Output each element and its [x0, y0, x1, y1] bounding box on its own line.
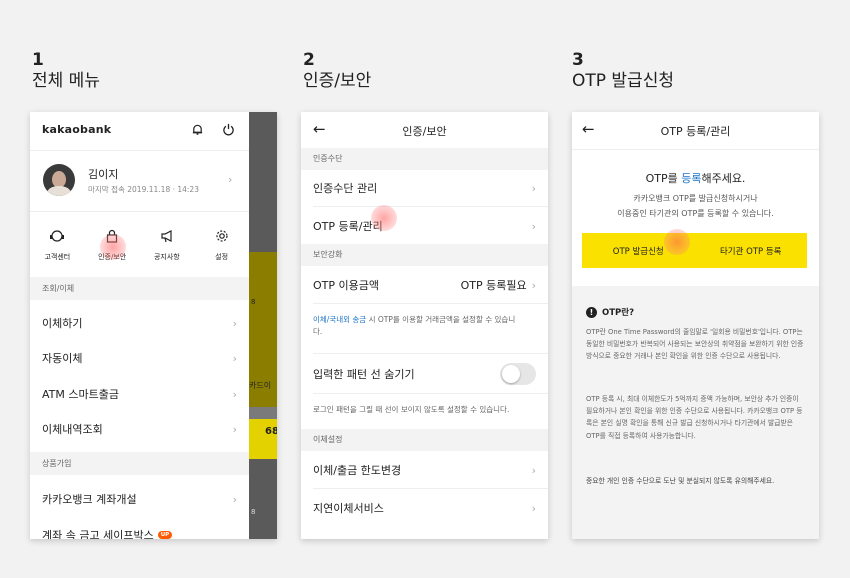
pattern-note: 로그인 패턴을 그릴 때 선이 보이지 않도록 설정할 수 있습니다.	[313, 405, 510, 414]
note-link[interactable]: 이체/국내외 송금	[313, 315, 366, 324]
page-title: 인증/보안	[402, 125, 447, 138]
pattern-toggle[interactable]	[500, 363, 536, 385]
user-name: 김이지	[88, 168, 119, 181]
menu-item-otp-register[interactable]: OTP 등록/관리 ›	[301, 212, 548, 240]
step-number: 1	[32, 50, 44, 70]
chevron-right-icon: ›	[232, 492, 237, 506]
bell-icon[interactable]	[190, 122, 204, 136]
megaphone-icon	[161, 230, 172, 243]
chevron-right-icon: ›	[228, 173, 233, 186]
background-app: 8 카드이 68 8	[249, 112, 277, 539]
tap-indicator	[371, 205, 397, 231]
bg-text: 68	[265, 426, 277, 437]
step-number: 3	[572, 50, 584, 70]
info-paragraph-2: OTP 등록 시, 최대 이체한도가 5억까지 증액 가능하며, 보안상 추가 …	[586, 395, 803, 440]
bg-text: 8	[251, 508, 256, 516]
info-paragraph-3: 중요한 개인 인증 수단으로 도난 및 분실되지 않도록 유의해주세요.	[586, 477, 775, 485]
step-1-heading: 1 전체 메뉴	[32, 50, 100, 92]
section-header: 조회/이체	[30, 277, 249, 300]
headline-link: 등록	[681, 172, 702, 185]
info-title: OTP란?	[602, 308, 635, 318]
chevron-right-icon: ›	[531, 181, 536, 195]
gear-icon	[216, 230, 228, 242]
power-icon[interactable]	[221, 122, 235, 136]
menu-item-history[interactable]: 이체내역조회 ›	[30, 414, 249, 444]
menu-item-delay-transfer[interactable]: 지연이체서비스 ›	[301, 494, 548, 522]
step-title: 인증/보안	[303, 71, 372, 91]
menu-item-limit-change[interactable]: 이체/출금 한도변경 ›	[301, 456, 548, 484]
section-header: 이체설정	[301, 429, 548, 451]
bg-text: 8	[251, 298, 256, 306]
section-header: 보안강화	[301, 244, 548, 266]
last-login: 마지막 접속 2019.11.18 · 14:23	[88, 185, 199, 194]
headset-icon	[50, 230, 65, 242]
section-header: 인증수단	[301, 148, 548, 170]
screen-full-menu: 8 카드이 68 8 kakaobank 김이지 마지막 접속 2019.11.…	[30, 112, 277, 539]
menu-item-pattern-hide: 입력한 패턴 선 숨기기	[301, 360, 548, 388]
menu-item-safebox[interactable]: 계좌 속 금고 세이프박스 UP	[30, 520, 249, 539]
otp-desc-2: 이용중인 타기관의 OTP를 등록할 수 있습니다.	[617, 209, 774, 218]
menu-item-open-account[interactable]: 카카오뱅크 계좌개설 ›	[30, 484, 249, 514]
quick-item-settings[interactable]: 설정	[194, 212, 249, 276]
bg-text: 카드이	[249, 381, 272, 390]
quick-item-notice[interactable]: 공지사항	[140, 212, 195, 276]
otp-desc-1: 카카오뱅크 OTP를 발급신청하시거나	[633, 194, 758, 203]
otp-amount-note: 이체/국내외 송금 시 OTP를 이용할 거래금액을 설정할 수 있습니다.	[313, 315, 516, 336]
quick-item-customer-center[interactable]: 고객센터	[30, 212, 85, 276]
section-header: 상품가입	[30, 452, 249, 475]
otp-button-group: OTP 발급신청 타기관 OTP 등록	[582, 233, 807, 268]
quick-menu: 고객센터 인증/보안 공지사항 설정	[30, 212, 249, 276]
menu-item-otp-amount[interactable]: OTP 이용금액 OTP 등록필요 ›	[301, 271, 548, 299]
step-2-heading: 2 인증/보안	[303, 50, 371, 92]
chevron-right-icon: ›	[232, 387, 237, 401]
quick-label: 설정	[215, 253, 229, 261]
chevron-right-icon: ›	[232, 316, 237, 330]
menu-item-auto-transfer[interactable]: 자동이체 ›	[30, 343, 249, 373]
menu-item-auth-manage[interactable]: 인증수단 관리 ›	[301, 174, 548, 202]
otp-headline: OTP를 등록해주세요.	[645, 172, 746, 185]
quick-label: 공지사항	[153, 253, 180, 261]
info-icon: !	[586, 306, 597, 318]
chevron-right-icon: ›	[232, 422, 237, 436]
tap-indicator	[664, 229, 690, 255]
chevron-right-icon: ›	[531, 501, 536, 515]
step-title: 전체 메뉴	[32, 71, 100, 91]
kakaobank-logo: kakaobank	[42, 123, 112, 136]
chevron-right-icon: ›	[531, 463, 536, 477]
screen-otp-register: ← OTP 등록/관리 OTP를 등록해주세요. 카카오뱅크 OTP를 발급신청…	[572, 112, 819, 539]
menu-item-transfer[interactable]: 이체하기 ›	[30, 308, 249, 338]
quick-label: 고객센터	[44, 253, 71, 261]
menu-item-atm[interactable]: ATM 스마트출금 ›	[30, 379, 249, 409]
chevron-right-icon: ›	[531, 219, 536, 233]
tap-indicator	[100, 234, 126, 260]
chevron-right-icon: ›	[531, 279, 536, 292]
menu-drawer: kakaobank 김이지 마지막 접속 2019.11.18 · 14:23 …	[30, 112, 249, 539]
up-badge: UP	[157, 531, 173, 539]
info-paragraph-1: OTP란 One Time Password의 줄임말로 '일회용 비밀번호'입…	[586, 328, 804, 361]
step-3-heading: 3 OTP 발급신청	[572, 50, 674, 92]
page-title: OTP 등록/관리	[660, 125, 731, 138]
step-title: OTP 발급신청	[572, 71, 674, 91]
avatar	[43, 164, 75, 196]
otp-amount-value: OTP 등록필요	[460, 279, 527, 292]
profile-row[interactable]: 김이지 마지막 접속 2019.11.18 · 14:23 ›	[30, 151, 249, 211]
other-otp-register-button[interactable]: 타기관 OTP 등록	[695, 233, 808, 268]
otp-info-box: ! OTP란? OTP란 One Time Password의 줄임말로 '일회…	[572, 286, 819, 539]
step-number: 2	[303, 50, 315, 70]
screen-auth-security: ← 인증/보안 인증수단 인증수단 관리 › OTP 등록/관리 › 보안강화 OT…	[301, 112, 548, 539]
chevron-right-icon: ›	[232, 351, 237, 365]
